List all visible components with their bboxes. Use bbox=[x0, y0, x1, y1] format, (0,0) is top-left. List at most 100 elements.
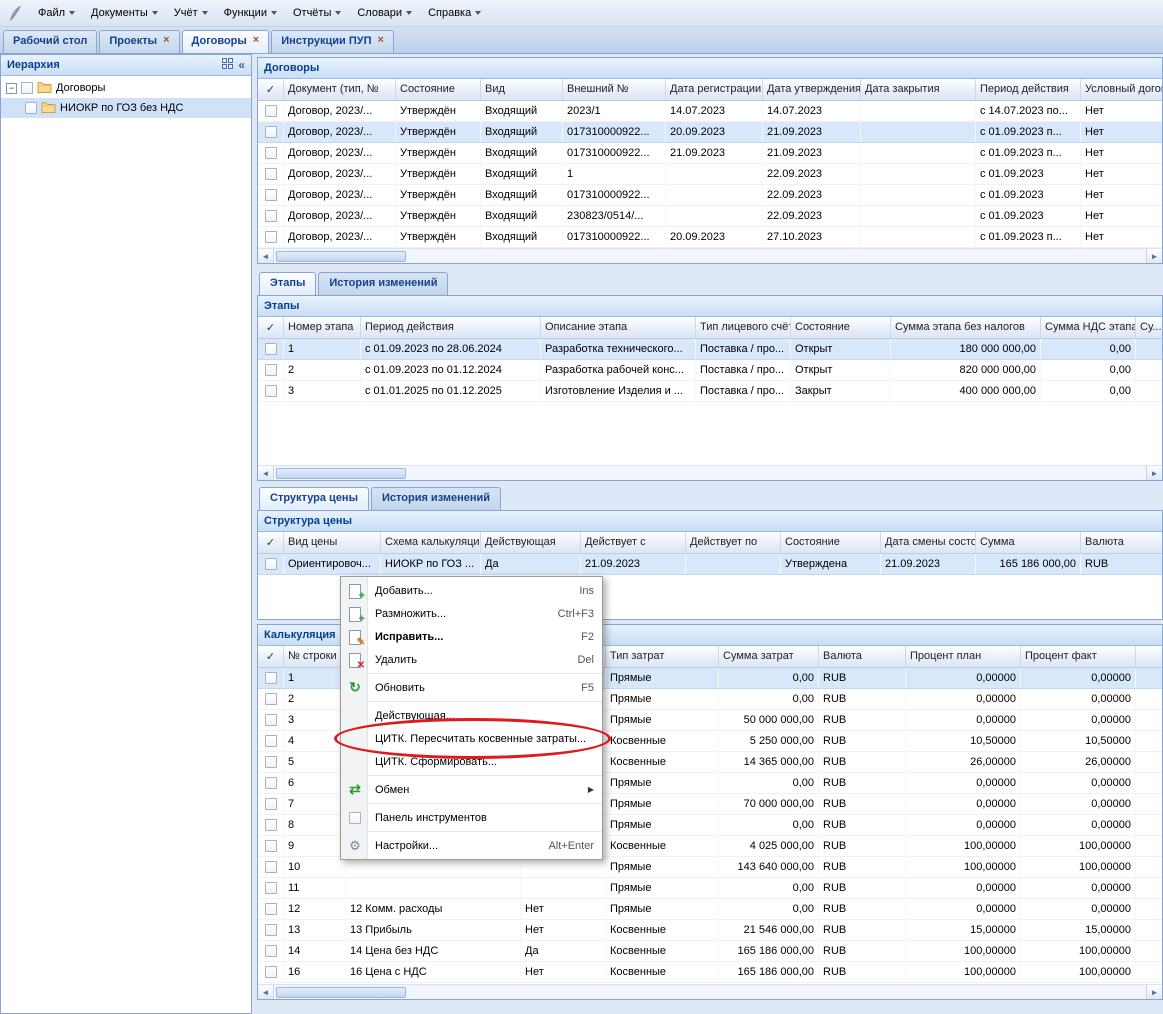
collapse-panel-icon[interactable]: « bbox=[238, 58, 245, 72]
menu-item-exchange[interactable]: ⇄ Обмен ▶ bbox=[341, 778, 602, 801]
menubar-item-help[interactable]: Справка bbox=[420, 3, 489, 23]
checkbox[interactable] bbox=[265, 343, 277, 355]
column-header[interactable]: Дата утверждения bbox=[763, 79, 861, 100]
column-header[interactable]: Вид цены bbox=[284, 532, 381, 553]
table-row[interactable]: 10Прямые143 640 000,00RUB100,00000100,00… bbox=[258, 857, 1162, 878]
column-header[interactable]: Дата закрытия bbox=[861, 79, 976, 100]
checkbox[interactable] bbox=[265, 861, 277, 873]
column-header[interactable]: Сумма этапа без налогов bbox=[891, 317, 1041, 338]
checkbox[interactable] bbox=[265, 672, 277, 684]
row-checkbox-cell[interactable] bbox=[258, 668, 284, 688]
table-row[interactable]: Договор, 2023/...УтверждёнВходящий017310… bbox=[258, 122, 1162, 143]
row-checkbox-cell[interactable] bbox=[258, 360, 284, 380]
row-checkbox-cell[interactable] bbox=[258, 101, 284, 121]
tree-node-niokr[interactable]: НИОКР по ГОЗ без НДС bbox=[1, 98, 251, 118]
checkbox[interactable] bbox=[265, 693, 277, 705]
row-checkbox-cell[interactable] bbox=[258, 899, 284, 919]
tab-price-history[interactable]: История изменений bbox=[371, 487, 501, 510]
table-row[interactable]: Договор, 2023/...УтверждёнВходящий017310… bbox=[258, 185, 1162, 206]
checkbox[interactable] bbox=[265, 798, 277, 810]
row-checkbox-cell[interactable] bbox=[258, 857, 284, 877]
column-header[interactable]: Валюта bbox=[1081, 532, 1162, 553]
menu-item-refresh[interactable]: ↻ Обновить F5 bbox=[341, 676, 602, 699]
table-row[interactable]: Договор, 2023/...УтверждёнВходящий017310… bbox=[258, 143, 1162, 164]
column-header[interactable]: Действующая bbox=[481, 532, 581, 553]
collapse-expander-icon[interactable]: − bbox=[6, 83, 17, 94]
scrollbar-thumb[interactable] bbox=[276, 251, 406, 262]
checkbox[interactable] bbox=[265, 903, 277, 915]
checkbox[interactable] bbox=[265, 777, 277, 789]
menu-item-toolbar-toggle[interactable]: Панель инструментов bbox=[341, 806, 602, 829]
column-header[interactable]: Валюта bbox=[819, 646, 906, 667]
checkbox[interactable] bbox=[25, 102, 37, 114]
menu-item-delete[interactable]: ✕ Удалить Del bbox=[341, 648, 602, 671]
close-icon[interactable]: × bbox=[378, 35, 384, 46]
row-checkbox-cell[interactable] bbox=[258, 878, 284, 898]
menu-item-active-price[interactable]: Действующая... bbox=[341, 704, 602, 727]
tab-price-structure[interactable]: Структура цены bbox=[259, 487, 369, 510]
horizontal-scrollbar[interactable]: ◄ ► bbox=[258, 984, 1162, 999]
tab-projects[interactable]: Проекты× bbox=[99, 30, 179, 53]
table-row[interactable]: Договор, 2023/...УтверждёнВходящий230823… bbox=[258, 206, 1162, 227]
column-header[interactable]: Вид bbox=[481, 79, 563, 100]
select-all-column-header[interactable]: ✓ bbox=[258, 532, 284, 553]
menu-item-citk-recalc-indirect[interactable]: ЦИТК. Пересчитать косвенные затраты... bbox=[341, 727, 602, 750]
row-checkbox-cell[interactable] bbox=[258, 143, 284, 163]
column-header[interactable]: Период действия bbox=[361, 317, 541, 338]
row-checkbox-cell[interactable] bbox=[258, 731, 284, 751]
column-header[interactable]: Состояние bbox=[396, 79, 481, 100]
horizontal-scrollbar[interactable]: ◄ ► bbox=[258, 248, 1162, 263]
row-checkbox-cell[interactable] bbox=[258, 206, 284, 226]
close-icon[interactable]: × bbox=[253, 35, 259, 46]
column-header[interactable]: Условный догов... bbox=[1081, 79, 1162, 100]
checkbox[interactable] bbox=[265, 840, 277, 852]
column-header[interactable]: Сумма затрат bbox=[719, 646, 819, 667]
row-checkbox-cell[interactable] bbox=[258, 185, 284, 205]
checkbox[interactable] bbox=[265, 189, 277, 201]
checkbox[interactable] bbox=[265, 168, 277, 180]
table-row[interactable]: Договор, 2023/...УтверждёнВходящий122.09… bbox=[258, 164, 1162, 185]
scroll-right-arrow[interactable]: ► bbox=[1146, 249, 1162, 264]
tab-stages[interactable]: Этапы bbox=[259, 272, 316, 295]
tab-desktop[interactable]: Рабочий стол bbox=[3, 30, 97, 53]
row-checkbox-cell[interactable] bbox=[258, 339, 284, 359]
row-checkbox-cell[interactable] bbox=[258, 773, 284, 793]
column-header[interactable]: Действует с bbox=[581, 532, 686, 553]
tree-node-contracts[interactable]: − Договоры bbox=[1, 78, 251, 98]
column-header[interactable]: № строки bbox=[284, 646, 346, 667]
menu-item-duplicate[interactable]: + Размножить... Ctrl+F3 bbox=[341, 602, 602, 625]
checkbox[interactable] bbox=[265, 882, 277, 894]
select-all-column-header[interactable]: ✓ bbox=[258, 317, 284, 338]
row-checkbox-cell[interactable] bbox=[258, 554, 284, 574]
table-row[interactable]: 1313 ПрибыльНетКосвенные21 546 000,00RUB… bbox=[258, 920, 1162, 941]
column-header[interactable]: Внешний № bbox=[563, 79, 666, 100]
table-row[interactable]: 3с 01.01.2025 по 01.12.2025Изготовление … bbox=[258, 381, 1162, 402]
checkbox[interactable] bbox=[21, 82, 33, 94]
column-header[interactable]: Тип лицевого счёт bbox=[696, 317, 791, 338]
row-checkbox-cell[interactable] bbox=[258, 962, 284, 982]
column-header[interactable]: Сумма НДС этапа bbox=[1041, 317, 1136, 338]
row-checkbox-cell[interactable] bbox=[258, 689, 284, 709]
menu-item-add[interactable]: + Добавить... Ins bbox=[341, 579, 602, 602]
row-checkbox-cell[interactable] bbox=[258, 122, 284, 142]
checkbox[interactable] bbox=[265, 714, 277, 726]
column-header[interactable]: Номер этапа bbox=[284, 317, 361, 338]
column-header[interactable]: Действует по bbox=[686, 532, 781, 553]
row-checkbox-cell[interactable] bbox=[258, 164, 284, 184]
checkbox[interactable] bbox=[265, 385, 277, 397]
row-checkbox-cell[interactable] bbox=[258, 227, 284, 247]
scroll-right-arrow[interactable]: ► bbox=[1146, 985, 1162, 1000]
table-row[interactable]: 1616 Цена с НДСНетКосвенные165 186 000,0… bbox=[258, 962, 1162, 983]
select-all-column-header[interactable]: ✓ bbox=[258, 646, 284, 667]
menubar-item-functions[interactable]: Функции bbox=[216, 3, 285, 23]
checkbox[interactable] bbox=[265, 126, 277, 138]
menubar-item-documents[interactable]: Документы bbox=[83, 3, 166, 23]
menubar-item-file[interactable]: Файл bbox=[30, 3, 83, 23]
row-checkbox-cell[interactable] bbox=[258, 752, 284, 772]
row-checkbox-cell[interactable] bbox=[258, 794, 284, 814]
checkbox[interactable] bbox=[265, 231, 277, 243]
menu-item-edit[interactable]: ✎ Исправить... F2 bbox=[341, 625, 602, 648]
column-header[interactable]: Период действия bbox=[976, 79, 1081, 100]
column-header[interactable]: Документ (тип, № bbox=[284, 79, 396, 100]
column-header[interactable]: Су... bbox=[1136, 317, 1162, 338]
